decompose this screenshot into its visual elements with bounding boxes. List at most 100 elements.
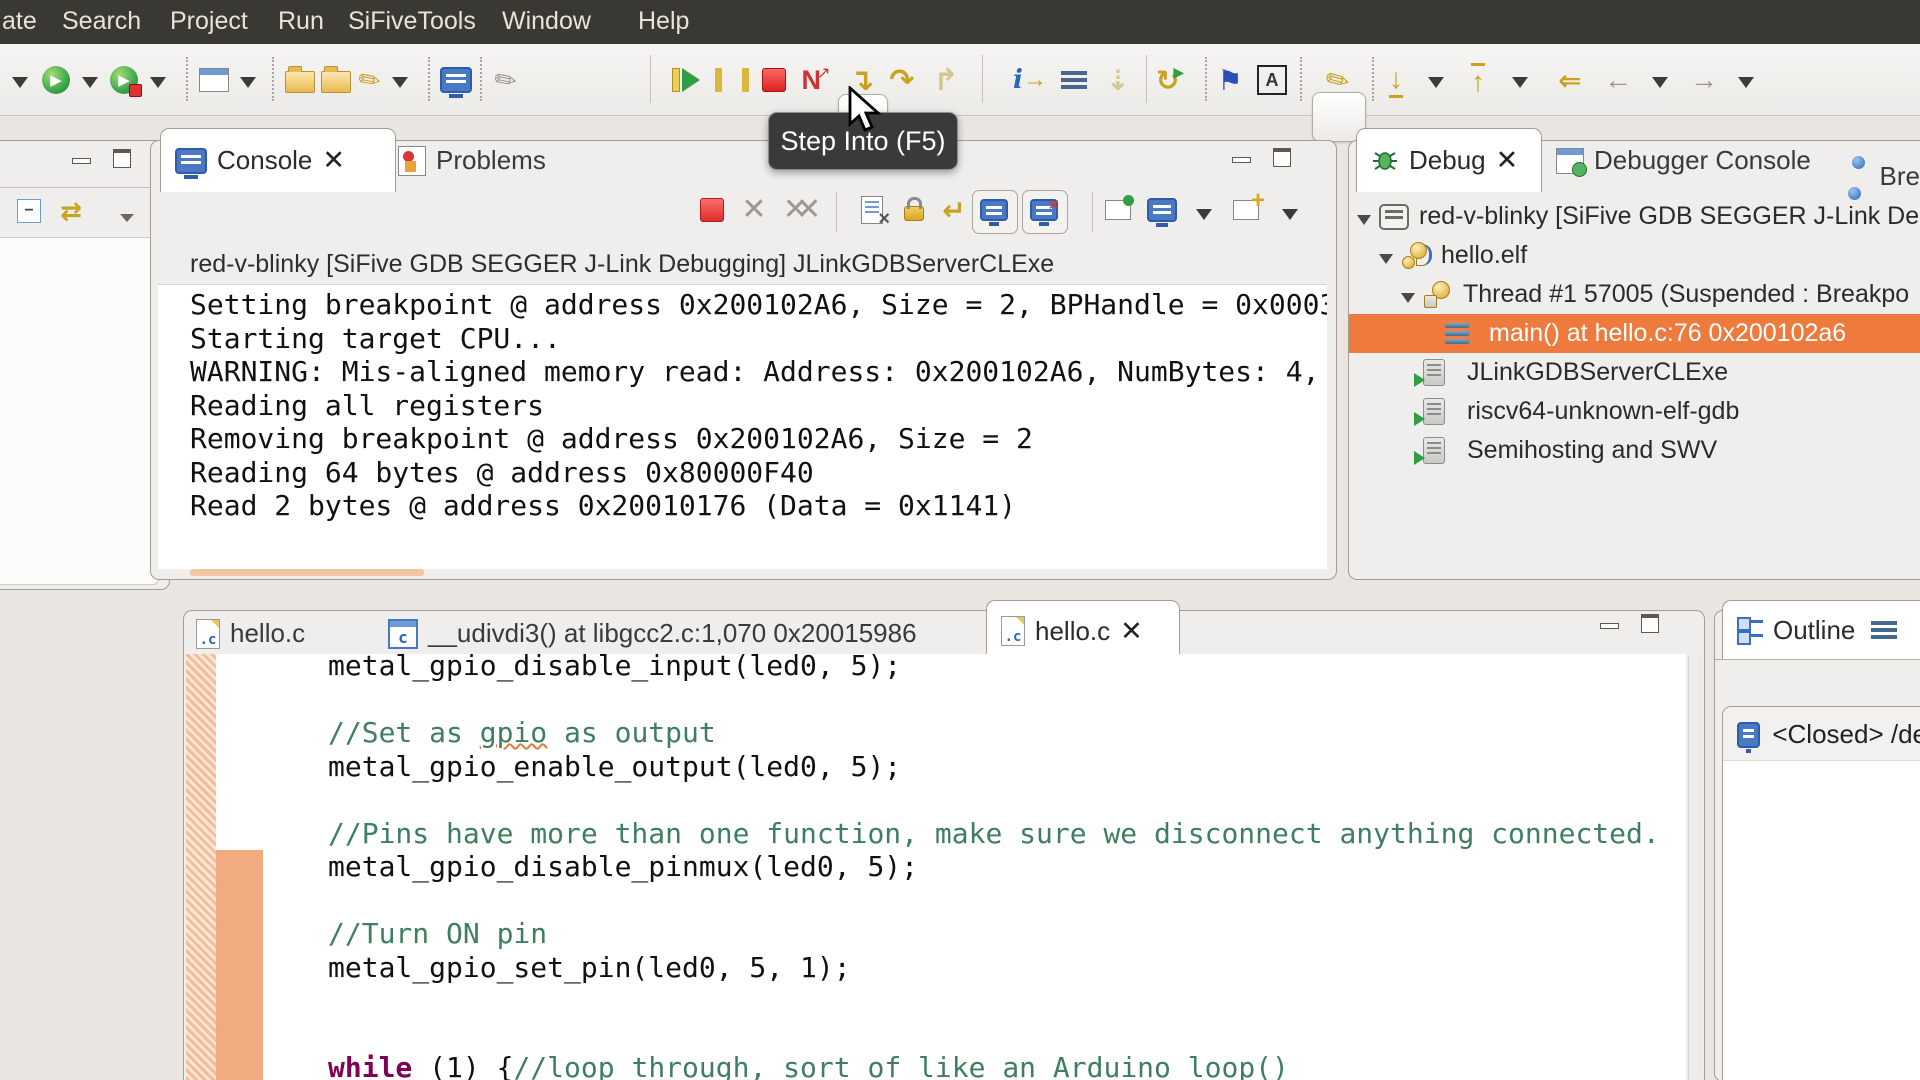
open-console-icon[interactable] xyxy=(1228,187,1265,228)
debug-tree-row[interactable]: red-v-blinky [SiFive GDB SEGGER J-Link D… xyxy=(1349,197,1920,236)
minimize-icon[interactable] xyxy=(1232,157,1251,163)
tab-hello-c-active[interactable]: .c hello.c ✕ xyxy=(986,600,1180,661)
download-icon[interactable]: ↓ xyxy=(1378,62,1414,98)
maximize-icon[interactable] xyxy=(113,149,131,168)
debug-tree-row[interactable]: JLinkGDBServerCLExe xyxy=(1349,353,1920,392)
tab-udivdi3-label: __udivdi3() at libgcc2.c:1,070 0x2001598… xyxy=(428,618,917,648)
view-menu-caret-icon[interactable] xyxy=(109,197,145,233)
console-line: Read 2 bytes @ address 0x20010176 (Data … xyxy=(190,489,1017,522)
highlight-brush-icon[interactable]: ✎ xyxy=(1320,61,1356,100)
tab-console[interactable]: Console ✕ xyxy=(160,128,396,192)
back-nav-icon[interactable]: ← xyxy=(1600,62,1636,98)
menu-item-run[interactable]: Run xyxy=(278,7,324,36)
menu-item-project[interactable]: Project xyxy=(170,7,248,36)
tab-outline-label: Outline xyxy=(1773,614,1856,645)
code-lines: metal_gpio_disable_input(led0, 5); //Set… xyxy=(328,654,1686,1080)
caret-down-icon[interactable] xyxy=(1728,62,1764,98)
menu-item-search[interactable]: Search xyxy=(62,7,141,36)
maximize-icon[interactable] xyxy=(1641,614,1659,633)
restart-icon[interactable]: ↻ ▶ xyxy=(1152,62,1188,98)
caret-down-icon[interactable] xyxy=(230,62,266,98)
tab-hello-c-1[interactable]: .c hello.c xyxy=(196,618,305,649)
explorer-content[interactable] xyxy=(0,237,159,585)
caret-down-icon[interactable] xyxy=(2,62,38,98)
pin-console-icon[interactable] xyxy=(1100,192,1136,228)
console-process-title: red-v-blinky [SiFive GDB SEGGER J-Link D… xyxy=(190,250,1055,278)
expander-icon[interactable] xyxy=(1379,253,1393,264)
new-c-window-icon[interactable] xyxy=(196,62,232,98)
close-icon[interactable]: ✕ xyxy=(1496,147,1519,174)
console-line: Reading 64 bytes @ address 0x80000F40 xyxy=(190,455,814,489)
clear-x-icon[interactable]: ✕ xyxy=(736,192,772,228)
tab-breakpoints[interactable]: Bre xyxy=(1848,145,1920,207)
debug-tree-row[interactable]: main() at hello.c:76 0x200102a6 xyxy=(1349,314,1920,353)
collapse-all-icon[interactable]: − xyxy=(11,193,47,229)
caret-down-icon[interactable] xyxy=(1642,62,1678,98)
stop-console-icon[interactable] xyxy=(694,192,730,228)
caret-down-icon[interactable] xyxy=(1418,62,1454,98)
display-console-icon[interactable] xyxy=(1144,192,1180,228)
instruction-step-icon[interactable]: i → xyxy=(1012,62,1048,98)
clear-console-icon[interactable] xyxy=(854,192,890,231)
editor-scrollbar[interactable] xyxy=(1688,655,1703,1079)
upload-icon[interactable]: ↑ xyxy=(1460,62,1496,98)
console-view-icon[interactable] xyxy=(438,62,474,98)
format-a-icon[interactable]: A xyxy=(1254,62,1290,98)
remove-all-x-icon[interactable]: ✕✕ xyxy=(778,192,821,228)
minimize-icon[interactable] xyxy=(1600,623,1619,629)
resume-icon[interactable] xyxy=(668,62,704,98)
verify-flag-icon[interactable]: ⚑ xyxy=(1212,62,1248,98)
step-return-icon[interactable]: ↱ xyxy=(928,62,964,98)
caret-down-icon[interactable] xyxy=(72,62,108,98)
menu-item-help[interactable]: Help xyxy=(638,7,689,36)
debug-tree-row[interactable]: hello.elf xyxy=(1349,236,1920,275)
tab-udivdi3[interactable]: c __udivdi3() at libgcc2.c:1,070 0x20015… xyxy=(388,618,917,649)
forward-nav-icon[interactable]: → xyxy=(1686,62,1722,98)
code-line: metal_gpio_disable_pinmux(led0, 5); xyxy=(328,850,919,883)
expander-icon[interactable] xyxy=(1357,214,1371,225)
profile-icon[interactable]: ▶ xyxy=(106,62,142,98)
open-folder-icon[interactable] xyxy=(282,62,318,98)
tab-outline[interactable]: Outline xyxy=(1722,600,1920,659)
disconnect-icon[interactable]: N ↗ xyxy=(798,62,834,98)
stderr-toggle-icon[interactable]: ✕ xyxy=(1026,192,1062,228)
open-folder-icon[interactable] xyxy=(318,62,354,98)
terminate-icon[interactable] xyxy=(756,62,792,98)
display-console-caret-icon[interactable] xyxy=(1186,194,1222,230)
tab-debug[interactable]: Debug ✕ xyxy=(1356,128,1542,192)
maximize-icon[interactable] xyxy=(1273,148,1291,167)
show-execution-icon[interactable] xyxy=(1056,62,1092,98)
no-edit-icon[interactable]: ✎ xyxy=(488,61,524,98)
stdout-toggle-icon[interactable] xyxy=(976,192,1012,228)
expander-icon[interactable] xyxy=(1401,292,1415,303)
disassembly-tab-icon[interactable] xyxy=(1871,621,1898,639)
link-editor-icon[interactable]: ⇄ xyxy=(53,193,89,229)
debug-tree-row[interactable]: Thread #1 57005 (Suspended : Breakpo xyxy=(1349,275,1920,314)
debug-tree-row[interactable]: riscv64-unknown-elf-gdb xyxy=(1349,392,1920,431)
scroll-lock-icon[interactable] xyxy=(896,190,932,226)
word-wrap-icon[interactable]: ↵ xyxy=(936,192,972,228)
suspend-icon[interactable] xyxy=(714,62,750,98)
code-line: //Set as gpio as output xyxy=(328,716,716,749)
skip-breakpoints-icon[interactable]: ⇣ xyxy=(1100,62,1136,98)
c-file-icon: .c xyxy=(196,618,220,649)
close-icon[interactable]: ✕ xyxy=(1120,617,1143,645)
close-icon[interactable]: ✕ xyxy=(322,147,345,174)
tab-problems[interactable]: Problems xyxy=(398,145,546,176)
menu-item-navigate[interactable]: ate xyxy=(2,7,37,36)
back-history-icon[interactable]: ⇐ xyxy=(1552,62,1588,98)
tab-debugger-console[interactable]: Debugger Console xyxy=(1556,145,1811,177)
menu-item-sifivetools[interactable]: SiFiveTools xyxy=(348,7,476,36)
debug-tree-row[interactable]: Semihosting and SWV xyxy=(1349,431,1920,470)
console-output[interactable]: Setting breakpoint @ address 0x200102A6,… xyxy=(158,284,1327,569)
code-editor[interactable]: metal_gpio_disable_input(led0, 5); //Set… xyxy=(186,654,1686,1080)
open-console-caret-icon[interactable] xyxy=(1272,194,1308,230)
caret-down-icon[interactable] xyxy=(140,62,176,98)
run-icon[interactable]: ▶ xyxy=(38,62,74,98)
minimize-icon[interactable] xyxy=(72,158,91,164)
debug-tree-label: hello.elf xyxy=(1441,241,1528,269)
caret-down-icon[interactable] xyxy=(1502,62,1538,98)
caret-down-icon[interactable] xyxy=(382,62,418,98)
menu-item-window[interactable]: Window xyxy=(502,7,591,36)
